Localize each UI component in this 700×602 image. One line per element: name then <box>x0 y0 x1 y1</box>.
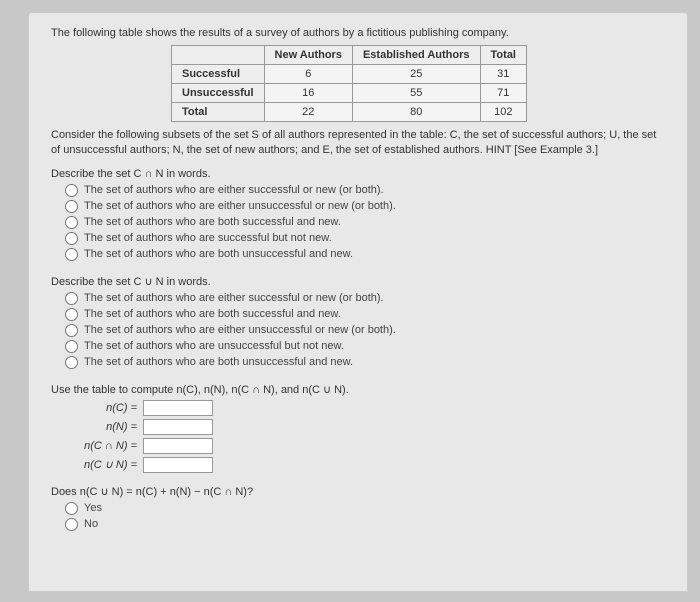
compute-row: n(N) = <box>75 419 665 435</box>
q2-opt[interactable]: The set of authors who are unsuccessful … <box>65 340 665 353</box>
data-table: New Authors Established Authors Total Su… <box>171 45 527 122</box>
table-row: Unsuccessful 16 55 71 <box>172 84 527 103</box>
opt-label: Yes <box>84 502 102 514</box>
compute-row: n(C) = <box>75 400 665 416</box>
cell: 6 <box>264 65 352 84</box>
cell: 22 <box>264 103 352 122</box>
cell: 25 <box>352 65 480 84</box>
q1-opt[interactable]: The set of authors who are both unsucces… <box>65 248 665 261</box>
opt-label: The set of authors who are either unsucc… <box>84 200 396 212</box>
opt-label: The set of authors who are either unsucc… <box>84 324 396 336</box>
intro-text: The following table shows the results of… <box>51 27 665 39</box>
final-question: Does n(C ∪ N) = n(C) + n(N) − n(C ∩ N)? … <box>51 485 665 531</box>
compute-label-nn: n(N) = <box>75 421 137 433</box>
nc-input[interactable] <box>143 400 213 416</box>
ncapn-input[interactable] <box>143 438 213 454</box>
table-col-new: New Authors <box>264 46 352 65</box>
compute-row: n(C ∩ N) = <box>75 438 665 454</box>
question-card: The following table shows the results of… <box>28 12 688 592</box>
q1-block: Describe the set C ∩ N in words. The set… <box>51 168 665 261</box>
row-hdr: Total <box>172 103 265 122</box>
final-yes-opt[interactable]: Yes <box>65 502 665 515</box>
radio-input[interactable] <box>65 200 78 213</box>
radio-input[interactable] <box>65 184 78 197</box>
opt-label: The set of authors who are both successf… <box>84 216 341 228</box>
q1-label: Describe the set C ∩ N in words. <box>51 168 665 180</box>
nn-input[interactable] <box>143 419 213 435</box>
cell: 80 <box>352 103 480 122</box>
q1-options: The set of authors who are either succes… <box>51 184 665 261</box>
opt-label: The set of authors who are successful bu… <box>84 232 332 244</box>
row-hdr: Successful <box>172 65 265 84</box>
cell: 55 <box>352 84 480 103</box>
radio-input[interactable] <box>65 502 78 515</box>
compute-label-nc: n(C) = <box>75 402 137 414</box>
radio-input[interactable] <box>65 324 78 337</box>
opt-label: The set of authors who are unsuccessful … <box>84 340 344 352</box>
radio-input[interactable] <box>65 248 78 261</box>
q2-options: The set of authors who are either succes… <box>51 292 665 369</box>
cell: 16 <box>264 84 352 103</box>
q1-opt[interactable]: The set of authors who are successful bu… <box>65 232 665 245</box>
table-corner <box>172 46 265 65</box>
final-label: Does n(C ∪ N) = n(C) + n(N) − n(C ∩ N)? <box>51 485 665 498</box>
table-row: Successful 6 25 31 <box>172 65 527 84</box>
table-row: Total 22 80 102 <box>172 103 527 122</box>
q1-opt[interactable]: The set of authors who are either unsucc… <box>65 200 665 213</box>
compute-rows: n(C) = n(N) = n(C ∩ N) = n(C ∪ N) = <box>51 400 665 473</box>
radio-input[interactable] <box>65 292 78 305</box>
q2-opt[interactable]: The set of authors who are either succes… <box>65 292 665 305</box>
q1-opt[interactable]: The set of authors who are either succes… <box>65 184 665 197</box>
compute-label: Use the table to compute n(C), n(N), n(C… <box>51 383 665 396</box>
q2-block: Describe the set C ∪ N in words. The set… <box>51 275 665 369</box>
opt-label: The set of authors who are both unsucces… <box>84 248 353 260</box>
final-options: Yes No <box>51 502 665 531</box>
opt-label: The set of authors who are either succes… <box>84 292 384 304</box>
q2-label: Describe the set C ∪ N in words. <box>51 275 665 288</box>
compute-label-ncupn: n(C ∪ N) = <box>75 458 137 471</box>
table-col-established: Established Authors <box>352 46 480 65</box>
radio-input[interactable] <box>65 518 78 531</box>
final-no-opt[interactable]: No <box>65 518 665 531</box>
row-hdr: Unsuccessful <box>172 84 265 103</box>
opt-label: The set of authors who are both successf… <box>84 308 341 320</box>
q1-opt[interactable]: The set of authors who are both successf… <box>65 216 665 229</box>
compute-block: Use the table to compute n(C), n(N), n(C… <box>51 383 665 473</box>
compute-label-ncapn: n(C ∩ N) = <box>75 440 137 452</box>
consider-text: Consider the following subsets of the se… <box>51 128 665 158</box>
opt-label: The set of authors who are either succes… <box>84 184 384 196</box>
q2-opt[interactable]: The set of authors who are either unsucc… <box>65 324 665 337</box>
ncupn-input[interactable] <box>143 457 213 473</box>
q2-opt[interactable]: The set of authors who are both unsucces… <box>65 356 665 369</box>
cell: 31 <box>480 65 526 84</box>
cell: 71 <box>480 84 526 103</box>
opt-label: The set of authors who are both unsucces… <box>84 356 353 368</box>
radio-input[interactable] <box>65 308 78 321</box>
opt-label: No <box>84 518 98 530</box>
radio-input[interactable] <box>65 356 78 369</box>
compute-row: n(C ∪ N) = <box>75 457 665 473</box>
q2-opt[interactable]: The set of authors who are both successf… <box>65 308 665 321</box>
cell: 102 <box>480 103 526 122</box>
radio-input[interactable] <box>65 340 78 353</box>
radio-input[interactable] <box>65 232 78 245</box>
table-col-total: Total <box>480 46 526 65</box>
radio-input[interactable] <box>65 216 78 229</box>
